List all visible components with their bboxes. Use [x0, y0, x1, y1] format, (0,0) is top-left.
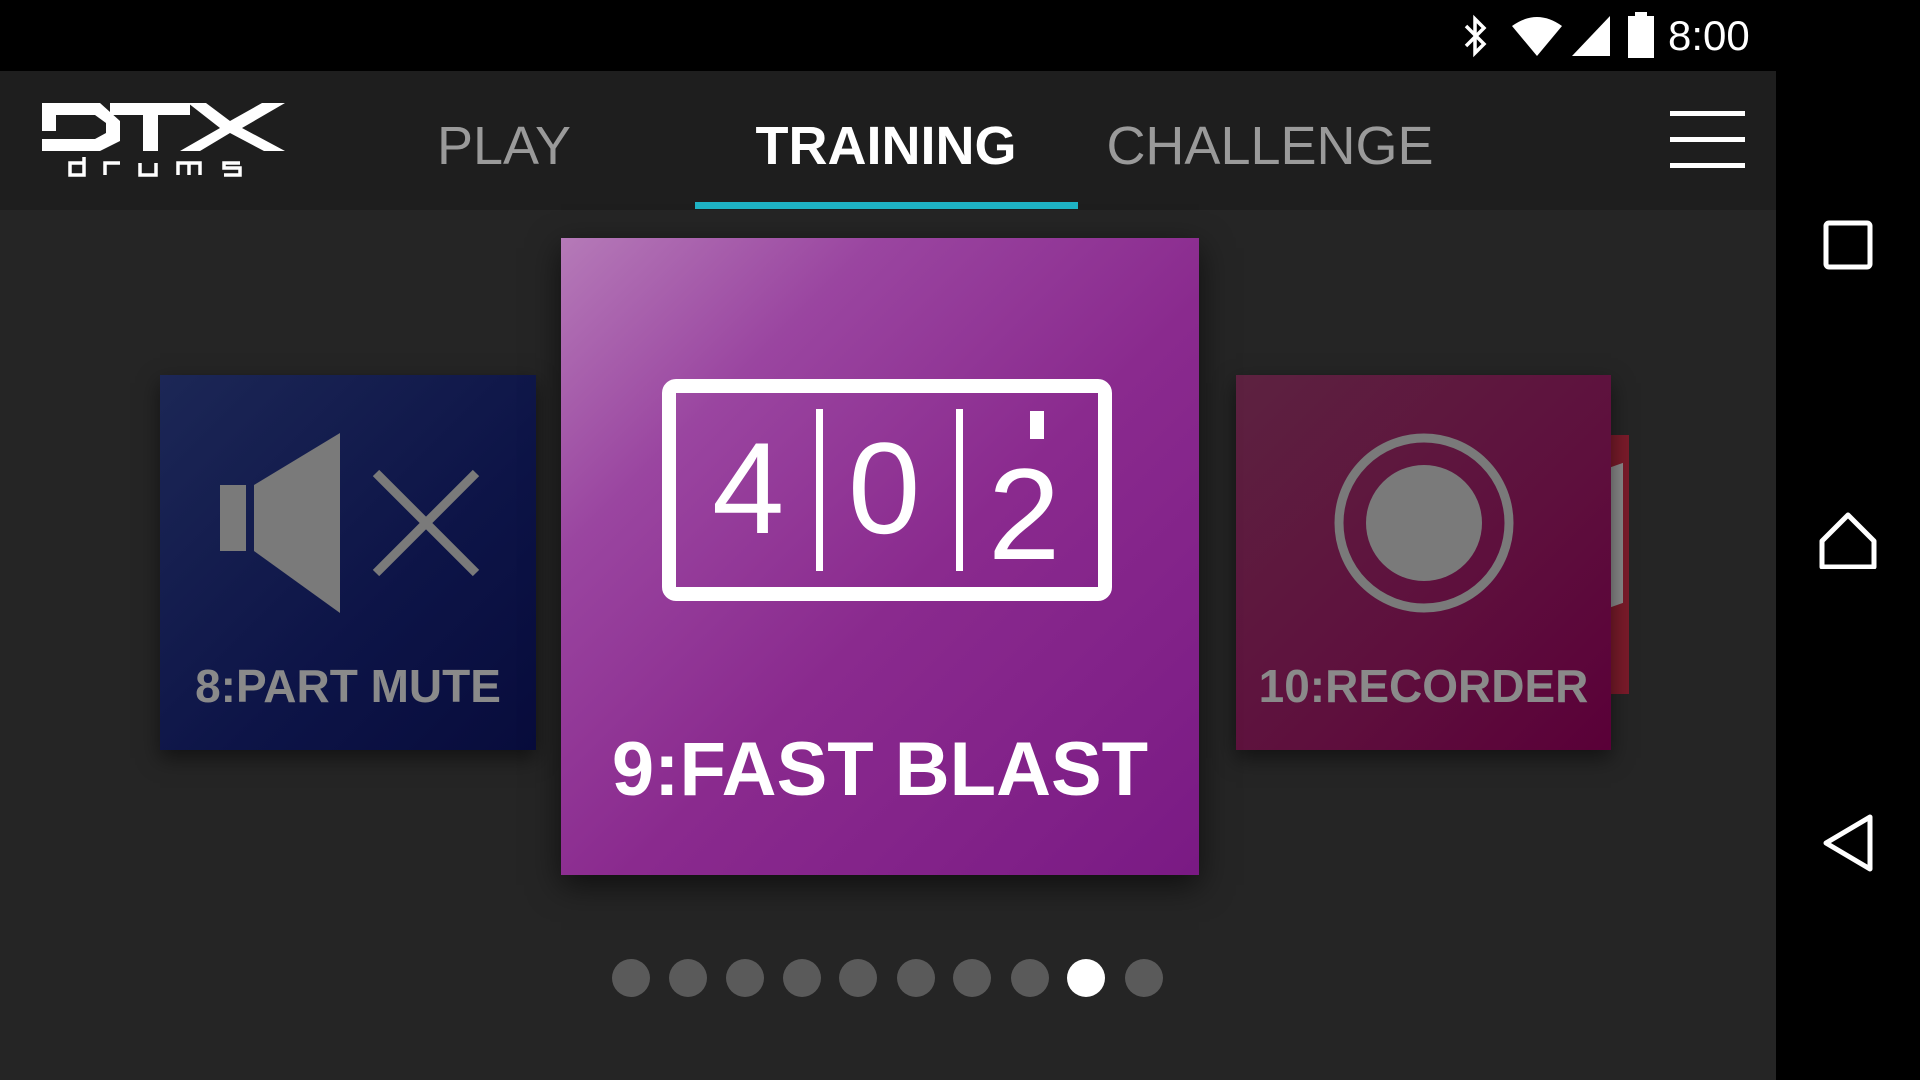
speaker-mute-icon [220, 433, 480, 613]
page-dot-1[interactable] [612, 959, 650, 997]
signal-icon [1572, 16, 1610, 56]
hamburger-menu-icon[interactable] [1670, 111, 1745, 169]
page-dot-4[interactable] [783, 959, 821, 997]
home-icon[interactable] [1818, 509, 1878, 569]
battery-icon [1628, 12, 1654, 58]
card-label: 9:FAST BLAST [611, 727, 1149, 812]
page-dot-10[interactable] [1125, 959, 1163, 997]
record-icon [1334, 433, 1514, 613]
status-bar: 8:00 [0, 0, 1920, 71]
tab-play[interactable]: PLAY [437, 115, 571, 177]
tempo-counter-icon: 4 0 2 [662, 379, 1112, 601]
page-dot-2[interactable] [669, 959, 707, 997]
system-nav-bar [1776, 71, 1920, 1080]
active-tab-indicator [695, 202, 1078, 209]
page-dot-8[interactable] [1011, 959, 1049, 997]
counter-digit: 0 [848, 415, 921, 561]
back-icon[interactable] [1818, 813, 1878, 873]
counter-digit: 4 [712, 415, 785, 561]
clock: 8:00 [1668, 12, 1750, 59]
card-part-mute[interactable]: 8:PART MUTE [160, 375, 536, 750]
page-dot-5[interactable] [839, 959, 877, 997]
page-dot-9[interactable] [1067, 959, 1105, 997]
page-dot-3[interactable] [726, 959, 764, 997]
header: PLAY TRAINING CHALLENGE [0, 71, 1776, 210]
card-recorder[interactable]: 10:RECORDER [1236, 375, 1611, 750]
card-fast-blast[interactable]: 4 0 2 9:FAST BLAST [561, 238, 1199, 875]
app-screen: PLAY TRAINING CHALLENGE 8:PART MUTE 10:R… [0, 71, 1776, 1080]
counter-digit: 2 [988, 441, 1061, 587]
card-peek[interactable] [1611, 435, 1629, 694]
page-dot-7[interactable] [953, 959, 991, 997]
card-label: 10:RECORDER [1258, 660, 1589, 712]
recents-square-icon[interactable] [1818, 215, 1878, 275]
tab-challenge[interactable]: CHALLENGE [1106, 115, 1433, 177]
tab-training[interactable]: TRAINING [756, 115, 1017, 177]
dtx-drums-logo [40, 101, 290, 186]
card-label: 8:PART MUTE [195, 660, 501, 712]
page-dot-6[interactable] [897, 959, 935, 997]
bluetooth-icon [1464, 14, 1487, 58]
wifi-icon [1512, 17, 1562, 56]
